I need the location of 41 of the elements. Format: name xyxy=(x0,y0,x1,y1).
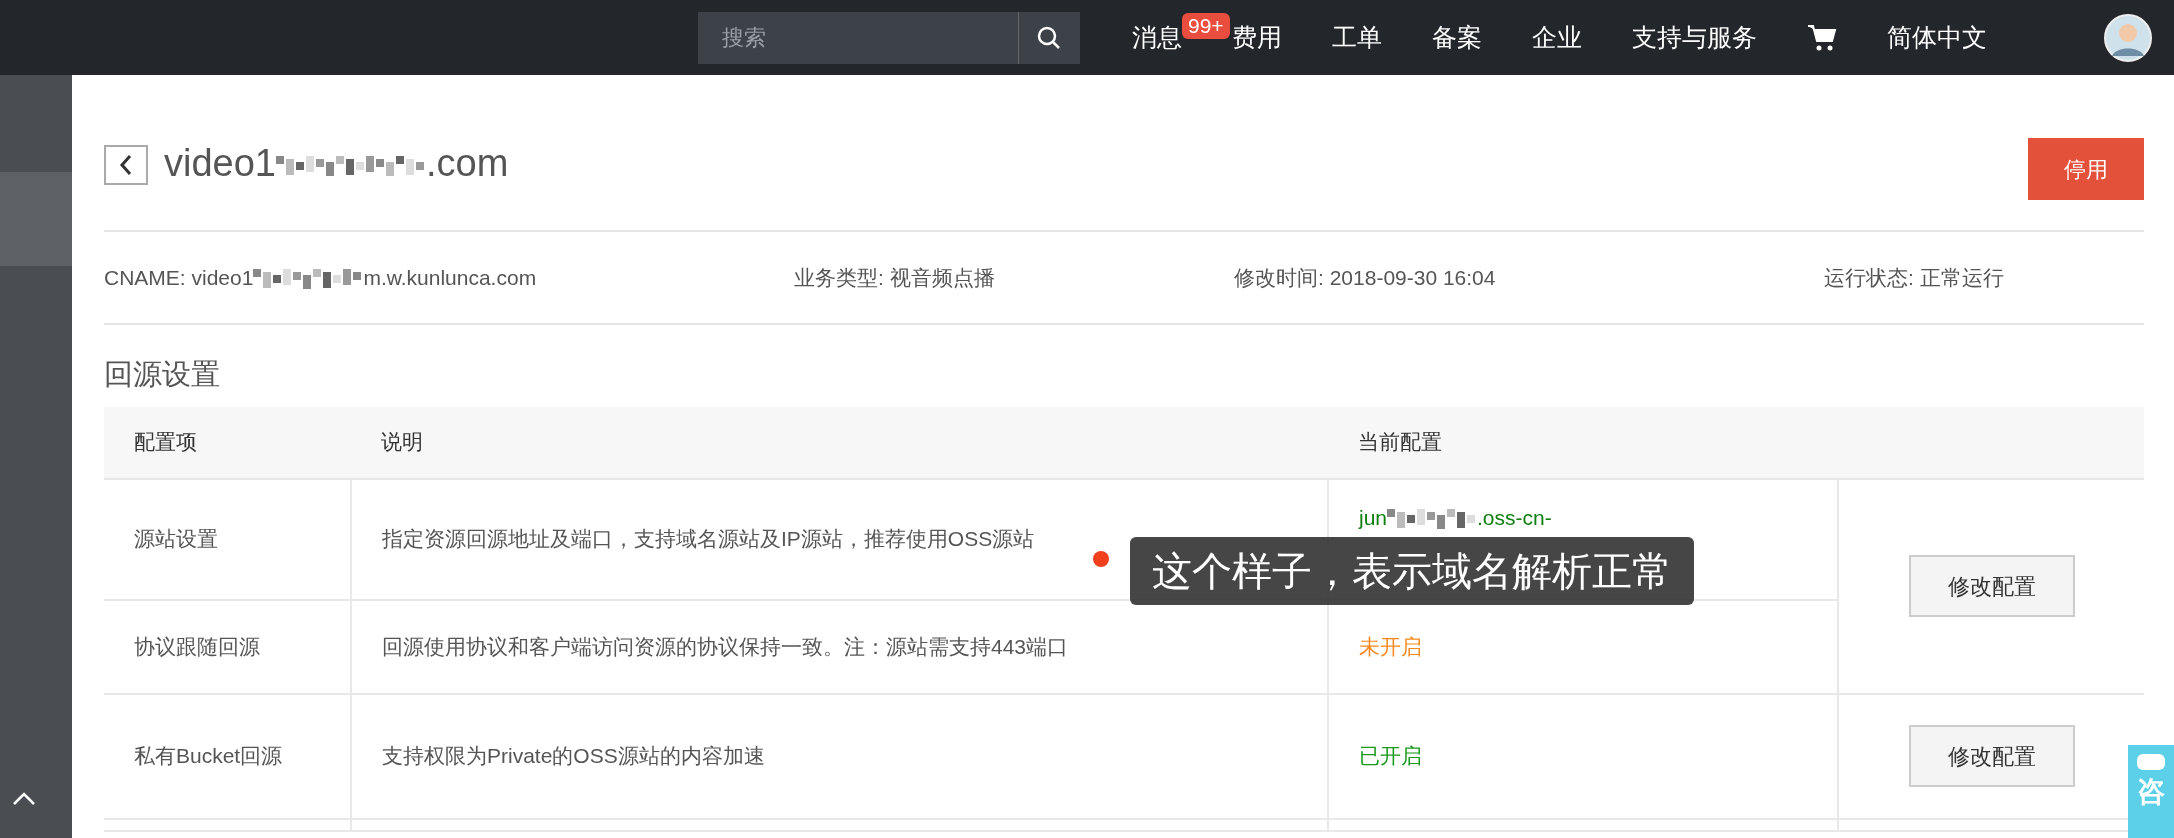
edit-config-button[interactable]: 修改配置 xyxy=(1909,725,2075,787)
marker-dot xyxy=(1093,551,1109,567)
page-title: video1 .com xyxy=(164,141,509,186)
table-cell: 回源使用协议和客户端访问资源的协议保持一致。注：源站需支持443端口 xyxy=(382,634,1069,658)
table-cell: 支持权限为Private的OSS源站的内容加速 xyxy=(382,744,765,768)
consult-label: 咨 xyxy=(2137,775,2165,809)
avatar[interactable] xyxy=(2104,13,2152,62)
column-header: 配置项 xyxy=(134,430,197,454)
tooltip: 这个样子，表示域名解析正常 xyxy=(1130,537,1694,605)
search-bar[interactable]: 搜索 xyxy=(698,11,1080,64)
chevron-up-icon xyxy=(12,791,36,806)
table-cell: 协议跟随回源 xyxy=(134,634,260,658)
search-icon xyxy=(1035,24,1062,51)
config-value: jun .oss-cn- xyxy=(1359,505,1552,529)
chevron-left-icon xyxy=(119,154,133,176)
notification-badge: 99+ xyxy=(1182,12,1230,39)
info-text: 业务类型: 视音频点播 xyxy=(794,264,996,291)
nav-link[interactable]: 备案 xyxy=(1432,22,1482,51)
disable-button[interactable]: 停用 xyxy=(2028,138,2144,200)
nav-link[interactable]: 费用 xyxy=(1232,22,1282,51)
info-text: CNAME: video1 m.w.kunlunca.com xyxy=(104,264,538,292)
chat-icon xyxy=(2136,753,2166,771)
edit-config-button[interactable]: 修改配置 xyxy=(1909,555,2075,617)
table-cell: 私有Bucket回源 xyxy=(134,744,283,768)
section-title: 回源设置 xyxy=(104,357,221,392)
nav-link[interactable]: 支持与服务 xyxy=(1632,22,1757,51)
status-text: 未开启 xyxy=(1359,634,1422,658)
table-cell: 源站设置 xyxy=(134,527,218,551)
nav-link[interactable]: 消息 xyxy=(1132,22,1182,51)
search-field[interactable]: 搜索 xyxy=(698,20,1018,55)
info-text: 修改时间: 2018-09-30 16:04 xyxy=(1234,264,1497,291)
column-header: 说明 xyxy=(381,430,423,454)
info-text: 运行状态: 正常运行 xyxy=(1824,264,2005,291)
back-button[interactable] xyxy=(104,145,148,185)
nav-link[interactable]: 工单 xyxy=(1332,22,1382,51)
cart-icon[interactable] xyxy=(1807,23,1837,52)
table-cell: 指定资源回源地址及端口，支持域名源站及IP源站，推荐使用OSS源站 xyxy=(382,527,1035,551)
nav-link[interactable]: 企业 xyxy=(1532,22,1582,51)
status-text: 已开启 xyxy=(1359,744,1422,768)
column-header: 当前配置 xyxy=(1358,430,1442,454)
nav-link[interactable]: 简体中文 xyxy=(1887,22,1987,51)
